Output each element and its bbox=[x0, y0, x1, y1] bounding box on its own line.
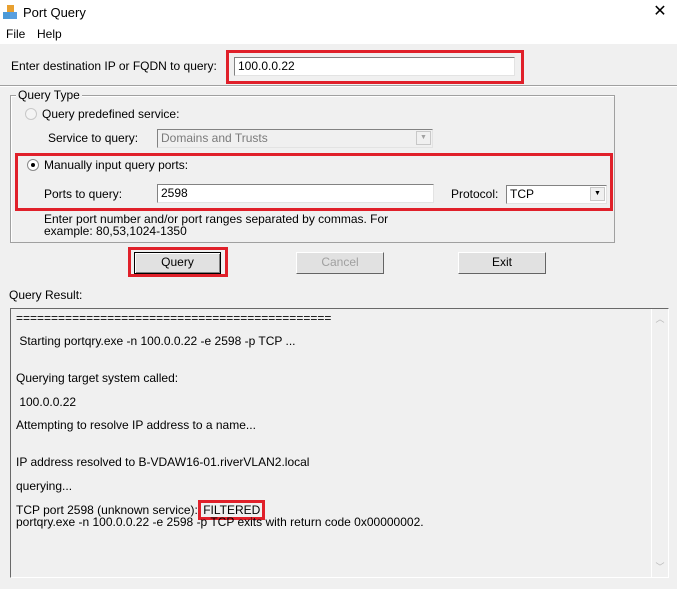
vertical-scrollbar[interactable]: ︿ ﹀ bbox=[651, 309, 668, 577]
service-select-value: Domains and Trusts bbox=[161, 131, 268, 145]
result-line: Starting portqry.exe -n 100.0.0.22 -e 25… bbox=[16, 334, 296, 348]
service-label: Service to query: bbox=[48, 131, 139, 145]
close-icon: ✕ bbox=[653, 3, 667, 20]
window-title: Port Query bbox=[23, 5, 86, 20]
predefined-service-label: Query predefined service: bbox=[42, 107, 180, 121]
predefined-service-radio[interactable] bbox=[25, 108, 37, 120]
cancel-button[interactable]: Cancel bbox=[296, 252, 384, 274]
service-select[interactable]: Domains and Trusts ▼ bbox=[157, 129, 433, 148]
result-line: Attempting to resolve IP address to a na… bbox=[16, 418, 256, 432]
ports-hint-line2: example: 80,53,1024-1350 bbox=[44, 224, 187, 238]
result-line: Querying target system called: bbox=[16, 371, 179, 385]
query-result-label: Query Result: bbox=[9, 288, 83, 302]
result-line: querying... bbox=[16, 479, 73, 493]
protocol-select-value: TCP bbox=[510, 187, 534, 201]
menu-bar: File Help bbox=[0, 26, 677, 44]
divider bbox=[0, 85, 677, 87]
result-line: portqry.exe -n 100.0.0.22 -e 2598 -p TCP… bbox=[16, 515, 424, 529]
app-icon bbox=[3, 5, 18, 20]
destination-label: Enter destination IP or FQDN to query: bbox=[11, 59, 217, 73]
close-button[interactable]: ✕ bbox=[643, 0, 677, 26]
scroll-down-icon[interactable]: ﹀ bbox=[655, 562, 665, 572]
result-line: 100.0.0.22 bbox=[16, 395, 77, 409]
manual-ports-radio[interactable] bbox=[27, 159, 39, 171]
ports-label: Ports to query: bbox=[44, 187, 123, 201]
menu-help[interactable]: Help bbox=[37, 27, 62, 41]
ports-input[interactable]: 2598 bbox=[157, 184, 434, 203]
query-button[interactable]: Query bbox=[134, 252, 221, 274]
chevron-down-icon[interactable]: ▼ bbox=[590, 187, 605, 201]
menu-file[interactable]: File bbox=[6, 27, 25, 41]
chevron-down-icon[interactable]: ▼ bbox=[416, 131, 431, 145]
manual-ports-label: Manually input query ports: bbox=[44, 158, 189, 172]
protocol-label: Protocol: bbox=[451, 187, 499, 201]
title-bar: Port Query ✕ bbox=[0, 0, 677, 26]
protocol-select[interactable]: TCP ▼ bbox=[506, 185, 607, 204]
scroll-up-icon[interactable]: ︿ bbox=[655, 314, 665, 324]
destination-input[interactable]: 100.0.0.22 bbox=[234, 57, 515, 76]
query-type-title: Query Type bbox=[16, 88, 82, 102]
result-line: ========================================… bbox=[16, 311, 332, 325]
result-line: IP address resolved to B-VDAW16-01.river… bbox=[16, 455, 310, 469]
exit-button[interactable]: Exit bbox=[458, 252, 546, 274]
query-result-output[interactable]: ========================================… bbox=[10, 308, 669, 578]
radio-selected-dot bbox=[31, 163, 35, 167]
